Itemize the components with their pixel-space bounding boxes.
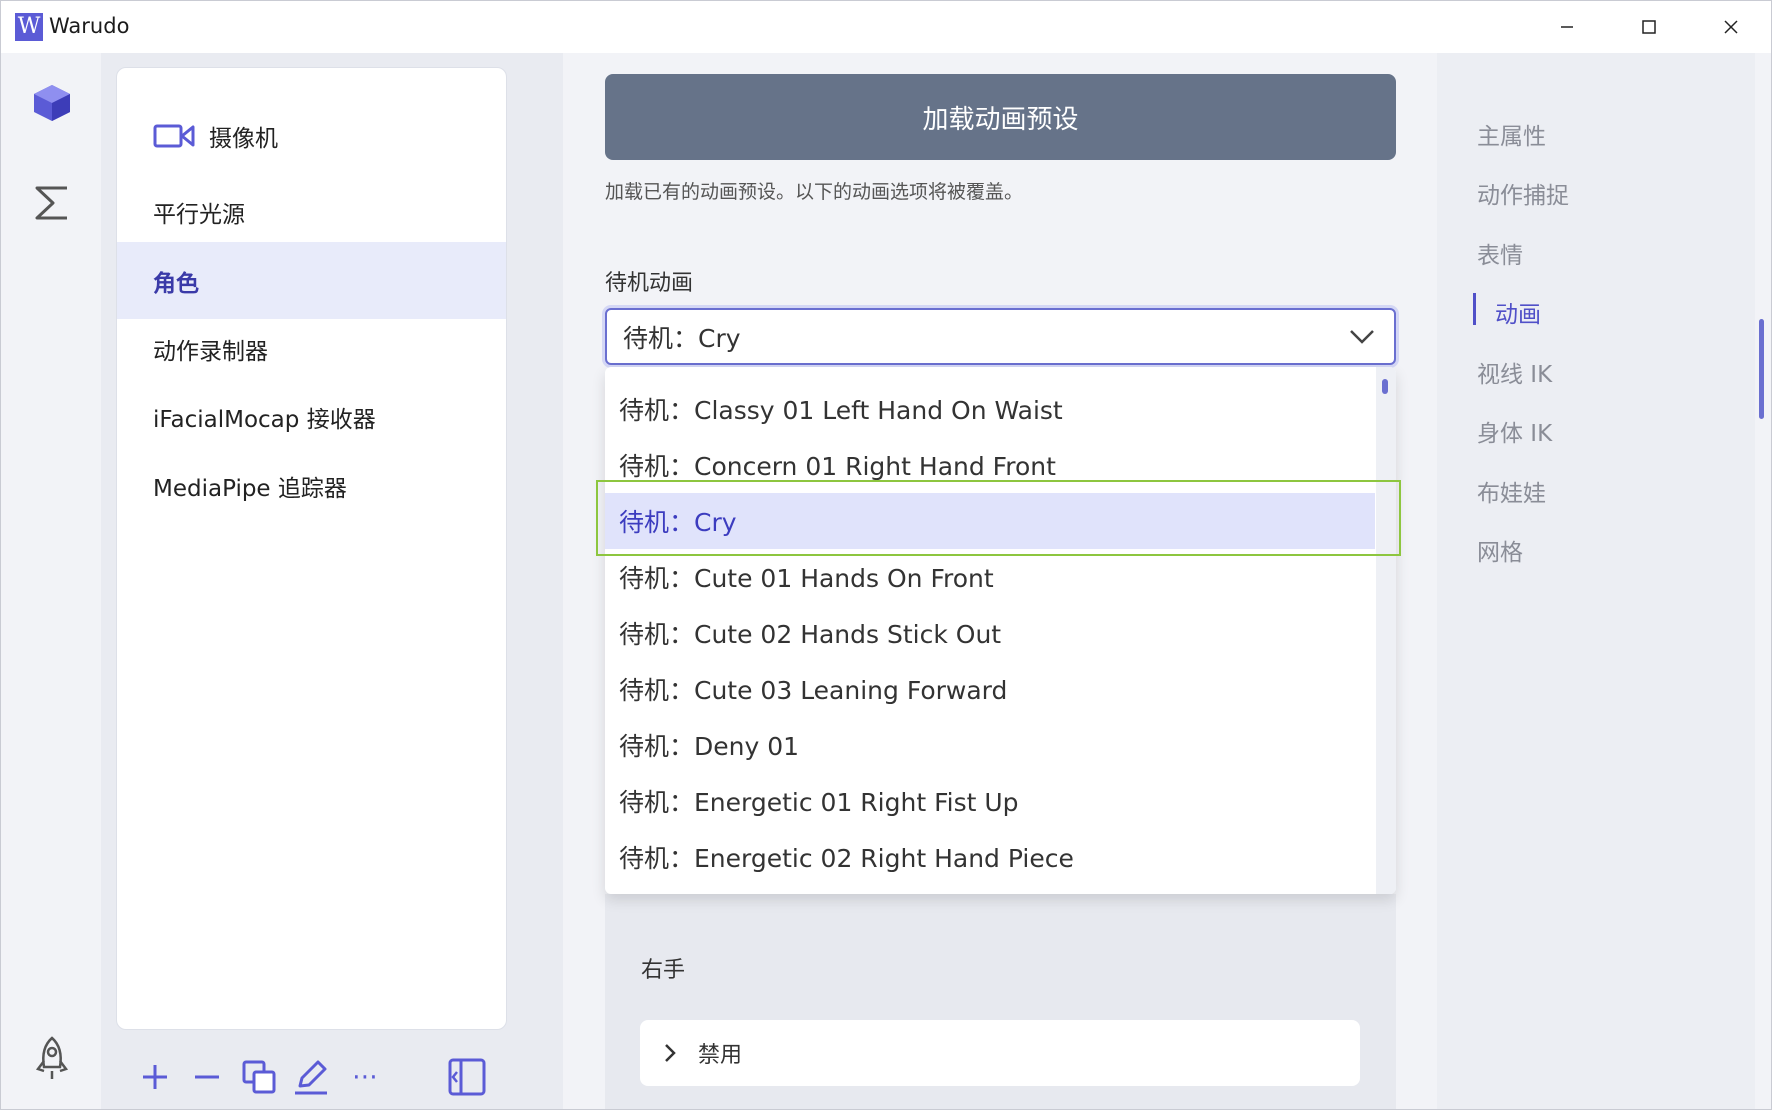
nav-item-main-properties[interactable]: 主属性 (1477, 117, 1546, 151)
scene-list-panel: 摄像机 平行光源 角色 动作录制器 iFacialMocap 接收器 Media… (116, 67, 507, 1030)
nav-item-expression[interactable]: 表情 (1477, 236, 1523, 270)
dropdown-option[interactable]: 待机：Concern 01 Right Hand Front (605, 437, 1375, 493)
scene-item-label: iFacialMocap 接收器 (153, 406, 376, 433)
cube-icon (34, 85, 70, 121)
idle-animation-dropdown: 待机：Classy 01 Left Hand On Waist 待机：Conce… (605, 367, 1396, 894)
idle-animation-label: 待机动画 (605, 271, 694, 296)
minus-icon (195, 1075, 219, 1079)
nav-item-look-ik[interactable]: 视线 IK (1477, 355, 1552, 389)
title-bar: W Warudo (1, 1, 1771, 53)
nav-item-mesh[interactable]: 网格 (1477, 533, 1523, 567)
plus-icon (143, 1065, 167, 1089)
scene-item-label: 平行光源 (153, 201, 245, 228)
dropdown-scrollbar-thumb[interactable] (1382, 379, 1388, 394)
close-button[interactable] (1701, 9, 1761, 45)
load-animation-preset-button[interactable]: 加载动画预设 (605, 74, 1396, 160)
scene-toolbar: ⋯ (101, 1053, 563, 1109)
scene-item-directional-light[interactable]: 平行光源 (117, 173, 506, 250)
scene-item-label: 摄像机 (209, 125, 278, 152)
right-hand-label: 右手 (641, 958, 686, 983)
dropdown-option[interactable]: 待机：Energetic 01 Right Fist Up (605, 773, 1375, 829)
dropdown-option[interactable]: 待机：Deny 01 (605, 717, 1375, 773)
right-hand-toggle[interactable]: 禁用 (640, 1020, 1360, 1086)
app-window: W Warudo 摄像机 平行光源 角色 动作录制器 iFacialMocap … (0, 0, 1772, 1110)
nav-active-indicator (1473, 293, 1476, 325)
add-asset-button[interactable] (131, 1053, 179, 1101)
window-title: Warudo (49, 14, 130, 38)
dropdown-option[interactable]: 待机：Classy 01 Left Hand On Waist (605, 381, 1375, 437)
main-scrollbar[interactable] (1755, 53, 1771, 1109)
duplicate-asset-button[interactable] (235, 1053, 283, 1101)
scene-item-label: MediaPipe 追踪器 (153, 475, 347, 502)
scene-item-motion-recorder[interactable]: 动作录制器 (117, 310, 506, 387)
scene-item-character[interactable]: 角色 (117, 242, 506, 319)
main-scrollbar-thumb[interactable] (1759, 319, 1764, 419)
rocket-icon (35, 1036, 69, 1079)
nav-item-motion-capture[interactable]: 动作捕捉 (1477, 176, 1569, 210)
scene-area: 摄像机 平行光源 角色 动作录制器 iFacialMocap 接收器 Media… (101, 53, 563, 1109)
rename-icon (295, 1060, 327, 1095)
close-icon (1724, 20, 1738, 34)
dropdown-option[interactable]: 待机：Energetic 02 Right Hand Piece (605, 829, 1375, 885)
scene-item-label: 动作录制器 (153, 338, 268, 365)
idle-animation-select[interactable]: 待机：Cry (605, 308, 1396, 365)
video-camera-icon (153, 123, 195, 149)
app-logo-icon: W (15, 13, 43, 41)
launch-button[interactable] (26, 1033, 78, 1085)
maximize-icon (1642, 20, 1656, 34)
right-hand-section: 右手 禁用 (605, 894, 1396, 1109)
scene-item-ifacialmocap[interactable]: iFacialMocap 接收器 (117, 378, 506, 455)
icon-rail (1, 53, 101, 1109)
scene-item-mediapipe[interactable]: MediaPipe 追踪器 (117, 447, 506, 524)
maximize-button[interactable] (1619, 9, 1679, 45)
dropdown-option[interactable]: 待机：Cute 01 Hands On Front (605, 549, 1375, 605)
duplicate-icon (242, 1060, 276, 1094)
minimize-icon (1561, 26, 1573, 28)
nav-item-body-ik[interactable]: 身体 IK (1477, 414, 1552, 448)
chevron-right-icon (662, 1041, 678, 1065)
collapse-panel-button[interactable] (443, 1053, 491, 1101)
nav-item-animation[interactable]: 动画 (1495, 295, 1541, 329)
section-nav: 主属性 动作捕捉 表情 动画 视线 IK 身体 IK 布娃娃 网格 (1437, 53, 1755, 1109)
scene-button[interactable] (26, 77, 78, 129)
property-editor: 加载动画预设 加载已有的动画预设。以下的动画选项将被覆盖。 待机动画 待机：Cr… (563, 53, 1437, 1109)
minimize-button[interactable] (1537, 9, 1597, 45)
dropdown-option-selected[interactable]: 待机：Cry (605, 493, 1375, 549)
more-icon: ⋯ (352, 1062, 378, 1092)
scene-item-label: 角色 (153, 270, 199, 297)
blueprint-button[interactable] (26, 177, 78, 229)
right-hand-value: 禁用 (698, 1043, 743, 1068)
dropdown-scrollbar[interactable] (1376, 367, 1396, 894)
dropdown-option[interactable]: 待机：Cute 03 Leaning Forward (605, 661, 1375, 717)
load-preset-description: 加载已有的动画预设。以下的动画选项将被覆盖。 (605, 181, 1024, 203)
nav-item-ragdoll[interactable]: 布娃娃 (1477, 474, 1546, 508)
rename-asset-button[interactable] (287, 1053, 335, 1101)
remove-asset-button[interactable] (183, 1053, 231, 1101)
sigma-icon (35, 186, 67, 220)
chevron-down-icon (1348, 324, 1376, 354)
more-options-button[interactable]: ⋯ (341, 1053, 389, 1101)
idle-animation-value: 待机：Cry (623, 323, 741, 353)
scene-item-camera[interactable]: 摄像机 (117, 97, 506, 174)
dropdown-option[interactable]: 待机：Cute 02 Hands Stick Out (605, 605, 1375, 661)
collapse-panel-icon (448, 1058, 486, 1096)
